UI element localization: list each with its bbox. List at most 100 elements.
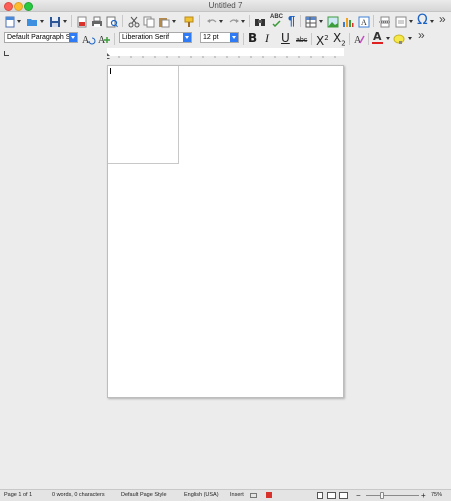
new-style-icon[interactable]: A xyxy=(98,32,110,46)
separator xyxy=(249,15,250,27)
update-style-icon[interactable]: A xyxy=(82,32,96,46)
toolbar-overflow-icon[interactable]: » xyxy=(437,12,449,27)
zoom-level[interactable]: 75% xyxy=(431,490,442,501)
insert-table-icon[interactable] xyxy=(305,15,317,28)
table-dropdown-arrow[interactable] xyxy=(319,20,323,23)
book-view-icon[interactable] xyxy=(339,492,348,499)
separator xyxy=(368,33,369,45)
special-character-icon[interactable]: Ω xyxy=(416,12,428,28)
language[interactable]: English (USA) xyxy=(184,490,219,501)
subscript-base: X xyxy=(333,31,342,45)
insert-image-icon[interactable] xyxy=(327,15,339,28)
zoom-slider-track[interactable] xyxy=(366,495,419,496)
new-dropdown-arrow[interactable] xyxy=(17,20,21,23)
insert-field-icon[interactable] xyxy=(395,15,407,28)
separator xyxy=(199,15,200,27)
text-cursor xyxy=(110,68,111,74)
font-name-dropdown-arrow[interactable] xyxy=(183,33,191,42)
insert-textbox-icon[interactable]: A xyxy=(358,15,370,28)
text-frame[interactable] xyxy=(108,66,179,164)
save-icon[interactable] xyxy=(49,15,61,27)
svg-text:A: A xyxy=(361,18,367,27)
paragraph-style-combo[interactable]: Default Paragraph S xyxy=(4,32,78,43)
print-preview-icon[interactable] xyxy=(106,15,118,28)
superscript-mark: 2 xyxy=(324,34,329,42)
new-document-icon[interactable] xyxy=(4,15,16,28)
svg-text:A: A xyxy=(82,35,90,45)
page-count[interactable]: Page 1 of 1 xyxy=(4,490,32,501)
zoom-out-button[interactable]: − xyxy=(356,490,361,501)
copy-icon[interactable] xyxy=(143,15,155,28)
word-count[interactable]: 0 words, 0 characters xyxy=(52,490,105,501)
page-break-icon[interactable] xyxy=(379,15,391,28)
save-dropdown-arrow[interactable] xyxy=(63,20,67,23)
bold-button[interactable]: B xyxy=(248,31,257,45)
italic-button[interactable]: I xyxy=(265,31,269,45)
font-name-combo[interactable]: Liberation Serif xyxy=(119,32,192,43)
zoom-slider-handle[interactable] xyxy=(380,492,384,499)
clear-formatting-icon[interactable]: A xyxy=(354,32,366,46)
document-modified-icon[interactable] xyxy=(266,492,272,498)
font-size-value: 12 pt xyxy=(203,34,219,41)
font-name-value: Liberation Serif xyxy=(122,34,170,41)
formatting-marks-icon[interactable]: ¶ xyxy=(287,13,299,28)
underline-button[interactable]: U xyxy=(281,31,290,45)
overflow-chevron-glyph: » xyxy=(439,12,446,26)
cut-icon[interactable] xyxy=(128,15,140,28)
separator xyxy=(300,15,301,27)
paragraph-style-value: Default Paragraph S xyxy=(7,34,71,41)
font-color-dropdown-arrow[interactable] xyxy=(386,37,390,40)
font-color-icon[interactable]: A xyxy=(372,30,384,44)
multi-page-view-icon[interactable] xyxy=(327,492,336,499)
paste-dropdown-arrow[interactable] xyxy=(172,20,176,23)
font-color-swatch xyxy=(372,42,383,44)
insert-chart-icon[interactable] xyxy=(342,15,354,27)
separator xyxy=(122,15,123,27)
tab-stop-selector[interactable] xyxy=(4,51,9,56)
status-bar: Page 1 of 1 0 words, 0 characters Defaul… xyxy=(0,489,451,501)
single-page-view-icon[interactable] xyxy=(317,492,323,499)
selection-mode-icon[interactable] xyxy=(250,493,257,498)
horizontal-ruler[interactable] xyxy=(0,46,451,61)
paste-icon[interactable] xyxy=(158,15,170,28)
font-size-combo[interactable]: 12 pt xyxy=(200,32,239,43)
print-icon[interactable] xyxy=(91,15,103,27)
zoom-in-button[interactable]: + xyxy=(421,490,426,501)
page-style[interactable]: Default Page Style xyxy=(121,490,167,501)
paragraph-style-dropdown-arrow[interactable] xyxy=(69,33,77,42)
toolbar-overflow-icon[interactable]: » xyxy=(416,28,428,43)
spelling-icon[interactable]: ABC xyxy=(270,14,284,27)
title-bar: Untitled 7 xyxy=(0,0,451,12)
svg-text:A: A xyxy=(354,35,362,45)
field-dropdown-arrow[interactable] xyxy=(409,20,413,23)
overflow-chevron-glyph: » xyxy=(418,28,425,42)
separator xyxy=(71,15,72,27)
redo-icon[interactable] xyxy=(228,15,240,27)
separator xyxy=(311,33,312,45)
pilcrow-glyph: ¶ xyxy=(288,13,296,28)
redo-dropdown-arrow[interactable] xyxy=(241,20,245,23)
find-replace-icon[interactable] xyxy=(254,15,266,27)
standard-toolbar: ABC ¶ A Ω » xyxy=(0,12,451,30)
highlight-color-icon[interactable] xyxy=(393,32,405,44)
separator xyxy=(243,33,244,45)
open-dropdown-arrow[interactable] xyxy=(40,20,44,23)
separator xyxy=(373,15,374,27)
window-title: Untitled 7 xyxy=(208,1,243,10)
insert-mode[interactable]: Insert xyxy=(230,490,244,501)
document-area xyxy=(0,59,451,488)
separator xyxy=(349,33,350,45)
document-page[interactable] xyxy=(107,65,344,398)
highlight-color-dropdown-arrow[interactable] xyxy=(408,37,412,40)
omega-glyph: Ω xyxy=(417,12,428,28)
open-folder-icon[interactable] xyxy=(26,15,38,27)
ruler-band xyxy=(107,48,344,61)
separator xyxy=(114,33,115,45)
export-pdf-icon[interactable] xyxy=(76,15,88,28)
undo-icon[interactable] xyxy=(206,15,218,27)
font-size-dropdown-arrow[interactable] xyxy=(230,33,238,42)
clone-formatting-icon[interactable] xyxy=(183,15,195,27)
formatting-toolbar: Default Paragraph S A A Liberation Serif… xyxy=(0,28,451,48)
special-character-dropdown-arrow[interactable] xyxy=(430,20,434,23)
undo-dropdown-arrow[interactable] xyxy=(219,20,223,23)
